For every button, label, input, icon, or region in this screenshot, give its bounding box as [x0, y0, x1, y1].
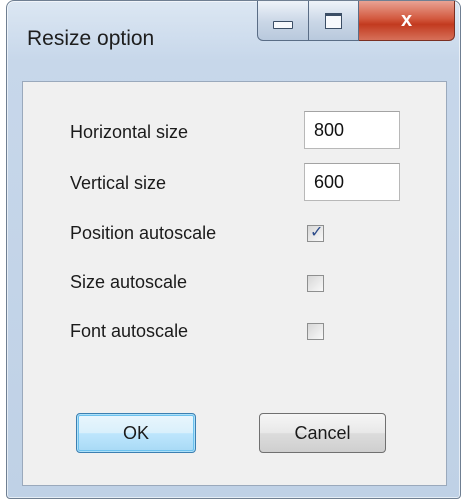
size-autoscale-checkbox[interactable] [307, 275, 324, 292]
maximize-icon [325, 12, 342, 29]
cancel-button[interactable]: Cancel [259, 413, 386, 453]
dialog-content: Horizontal size 800 Vertical size 600 Po… [22, 81, 447, 486]
horizontal-size-input[interactable]: 800 [304, 111, 400, 149]
minimize-button[interactable] [257, 1, 309, 41]
ok-button[interactable]: OK [76, 413, 196, 453]
font-autoscale-label: Font autoscale [70, 321, 189, 341]
vertical-size-input[interactable]: 600 [304, 163, 400, 201]
dialog-window: Resize option x Horizontal size 800 Vert… [6, 0, 461, 499]
caption-buttons: x [257, 1, 462, 45]
position-autoscale-checkbox[interactable]: ✓ [307, 222, 324, 242]
maximize-button[interactable] [309, 1, 359, 41]
vertical-size-label: Vertical size [70, 173, 167, 193]
horizontal-size-label: Horizontal size [70, 122, 189, 142]
close-icon: x [400, 9, 413, 31]
checkmark-icon: ✓ [310, 222, 324, 241]
font-autoscale-checkbox[interactable] [307, 323, 324, 340]
size-autoscale-label: Size autoscale [70, 272, 188, 292]
close-button[interactable]: x [359, 1, 455, 41]
position-autoscale-label: Position autoscale [70, 223, 217, 243]
title-bar[interactable]: Resize option x [7, 1, 460, 77]
minimize-icon [273, 20, 293, 29]
window-title: Resize option [27, 27, 155, 50]
